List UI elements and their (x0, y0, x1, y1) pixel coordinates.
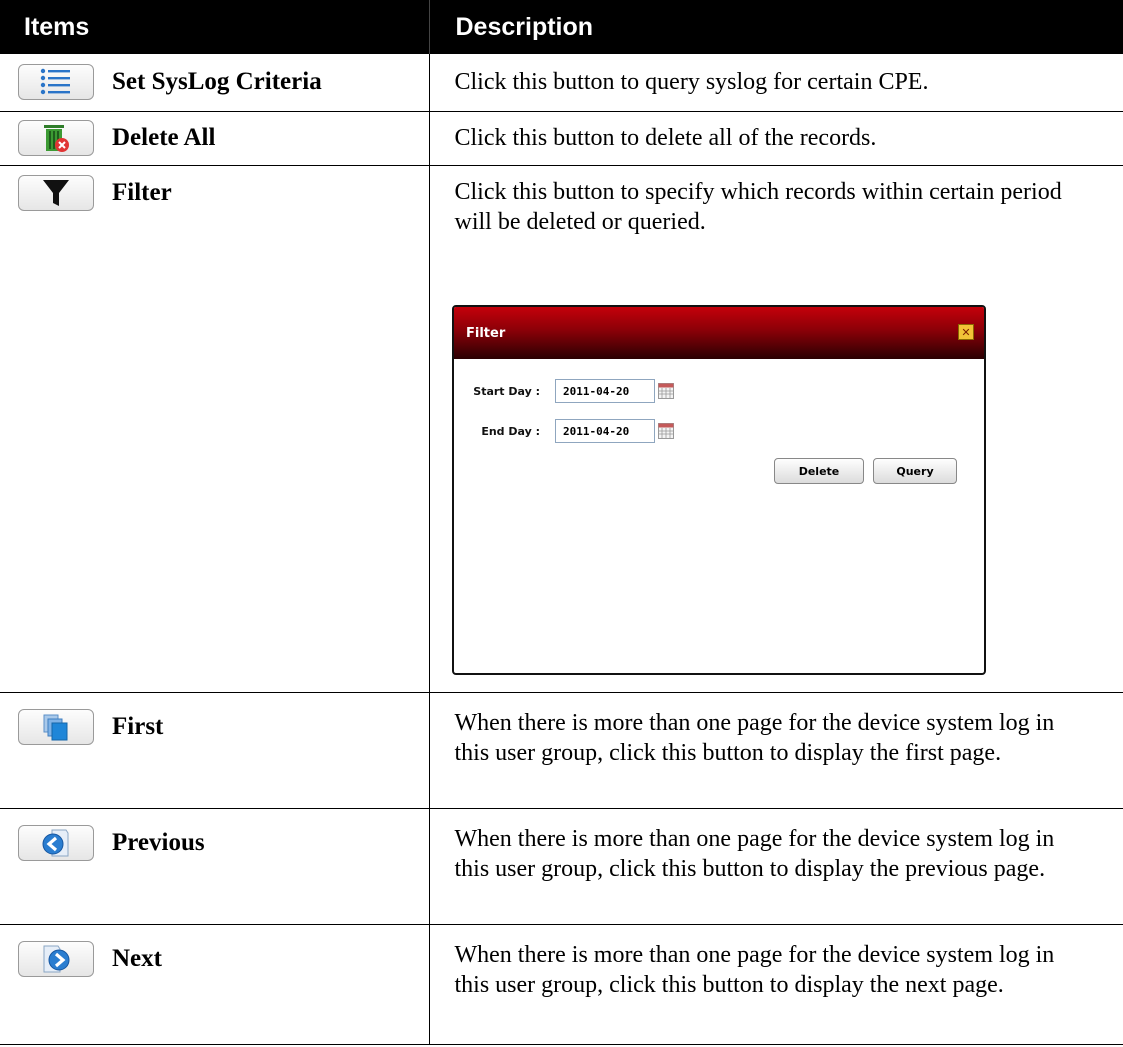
item-description: When there is more than one page for the… (454, 825, 1055, 882)
table-row: Delete All Click this button to delete a… (0, 111, 1123, 166)
calendar-icon[interactable] (658, 383, 674, 399)
page-previous-icon (42, 829, 69, 856)
filter-dialog: Filter ✕ Start Day : 2011-04-20 End Day … (452, 305, 986, 675)
filter-button[interactable] (18, 174, 94, 211)
page-next-icon (43, 945, 70, 972)
list-icon (40, 68, 70, 95)
item-label: First (112, 712, 164, 740)
next-page-button[interactable] (18, 940, 94, 977)
table-row: First When there is more than one page f… (0, 692, 1123, 809)
item-description: Click this button to delete all of the r… (454, 124, 877, 151)
set-syslog-criteria-button[interactable] (18, 64, 94, 100)
end-day-input[interactable]: 2011-04-20 (555, 419, 655, 443)
table-header-row: Items Description (0, 0, 1123, 54)
table-row: Set SysLog Criteria Click this button to… (0, 54, 1123, 112)
table-row: Next When there is more than one page fo… (0, 924, 1123, 1045)
table-row: Previous When there is more than one pag… (0, 808, 1123, 925)
item-label: Filter (112, 178, 172, 206)
item-label: Previous (112, 828, 205, 856)
delete-button[interactable]: Delete (774, 458, 864, 484)
close-button[interactable]: ✕ (958, 324, 974, 340)
filter-dialog-title: Filter (466, 325, 506, 341)
start-day-field-row: Start Day : 2011-04-20 (454, 379, 674, 403)
delete-all-button[interactable] (18, 119, 94, 156)
description-header: Description (428, 0, 1123, 54)
item-description: Click this button to query syslog for ce… (454, 69, 929, 95)
item-label: Delete All (112, 123, 216, 151)
item-label: Set SysLog Criteria (112, 68, 322, 95)
item-description: When there is more than one page for the… (454, 941, 1055, 998)
end-day-field-row: End Day : 2011-04-20 (454, 419, 674, 443)
item-description: Click this button to specify which recor… (454, 178, 1062, 235)
first-page-button[interactable] (18, 708, 94, 745)
item-description: When there is more than one page for the… (454, 709, 1055, 766)
funnel-icon (43, 179, 69, 206)
start-day-input[interactable]: 2011-04-20 (555, 379, 655, 403)
trash-delete-icon (44, 124, 69, 152)
calendar-icon[interactable] (658, 423, 674, 439)
end-day-label: End Day : (481, 424, 540, 438)
query-button[interactable]: Query (873, 458, 957, 484)
filter-dialog-title-bar: Filter ✕ (454, 307, 984, 359)
close-icon: ✕ (961, 325, 971, 339)
item-label: Next (112, 944, 162, 972)
previous-page-button[interactable] (18, 824, 94, 861)
pages-first-icon (43, 714, 68, 740)
start-day-label: Start Day : (473, 384, 540, 398)
items-header: Items (0, 0, 429, 54)
